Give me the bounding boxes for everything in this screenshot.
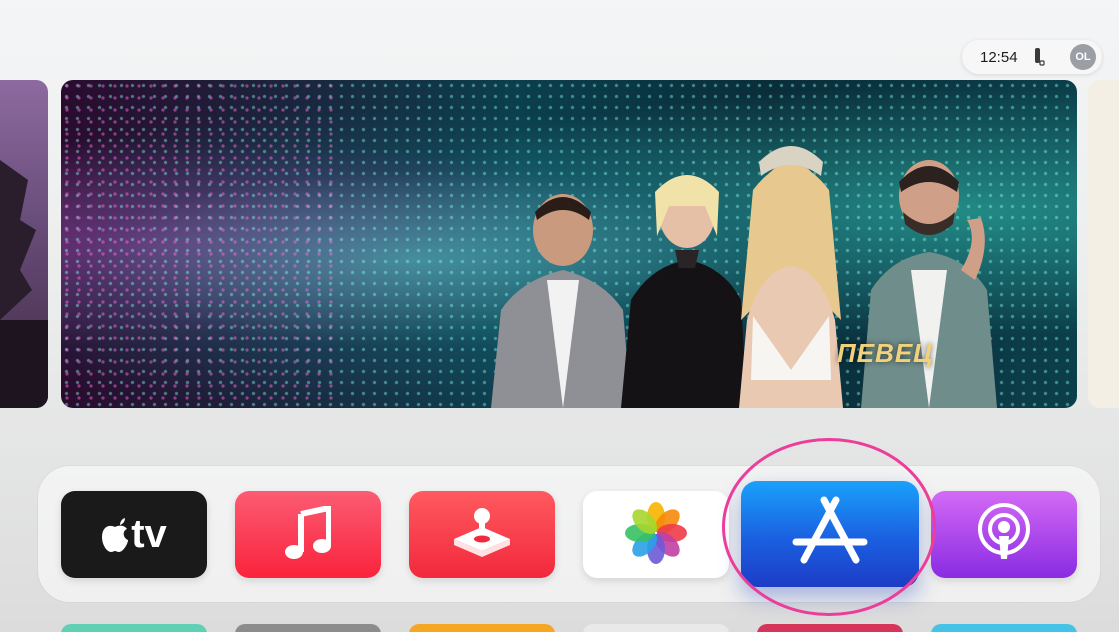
apple-tv-label: tv bbox=[131, 512, 167, 556]
apple-tv-icon: tv bbox=[101, 512, 167, 557]
app-podcasts[interactable] bbox=[931, 491, 1077, 578]
joystick-icon bbox=[450, 507, 514, 563]
tv-home-screen: 12:54 OL ПЕВЕЦ tv bbox=[0, 0, 1119, 632]
clock: 12:54 bbox=[980, 48, 1018, 66]
next-row-app-tile[interactable] bbox=[931, 624, 1077, 632]
next-row-app-tile[interactable] bbox=[583, 624, 729, 632]
app-app-store[interactable] bbox=[741, 481, 919, 587]
show-logo: ПЕВЕЦ bbox=[837, 338, 934, 368]
app-music[interactable] bbox=[235, 491, 381, 578]
app-photos[interactable] bbox=[583, 491, 729, 578]
next-row-app-tile[interactable] bbox=[61, 624, 207, 632]
photos-flower-icon bbox=[623, 500, 689, 570]
music-note-icon bbox=[285, 504, 332, 564]
avatar[interactable]: OL bbox=[1070, 44, 1096, 70]
next-row-app-tile[interactable] bbox=[409, 624, 555, 632]
remote-icon bbox=[1032, 47, 1046, 67]
next-row-app-tile[interactable] bbox=[757, 624, 903, 632]
status-bar: 12:54 OL bbox=[962, 40, 1102, 74]
next-row-app-tile[interactable] bbox=[235, 624, 381, 632]
podcasts-icon bbox=[974, 502, 1034, 567]
hero-banner[interactable]: ПЕВЕЦ bbox=[61, 80, 1077, 408]
hero-background-pink-dots bbox=[61, 80, 341, 408]
app-apple-tv[interactable]: tv bbox=[61, 491, 207, 578]
previous-hero-card[interactable] bbox=[0, 80, 48, 408]
hero-cast-artwork bbox=[491, 146, 997, 408]
app-store-icon bbox=[790, 494, 870, 574]
app-arcade[interactable] bbox=[409, 491, 555, 578]
next-hero-card[interactable] bbox=[1088, 80, 1119, 408]
